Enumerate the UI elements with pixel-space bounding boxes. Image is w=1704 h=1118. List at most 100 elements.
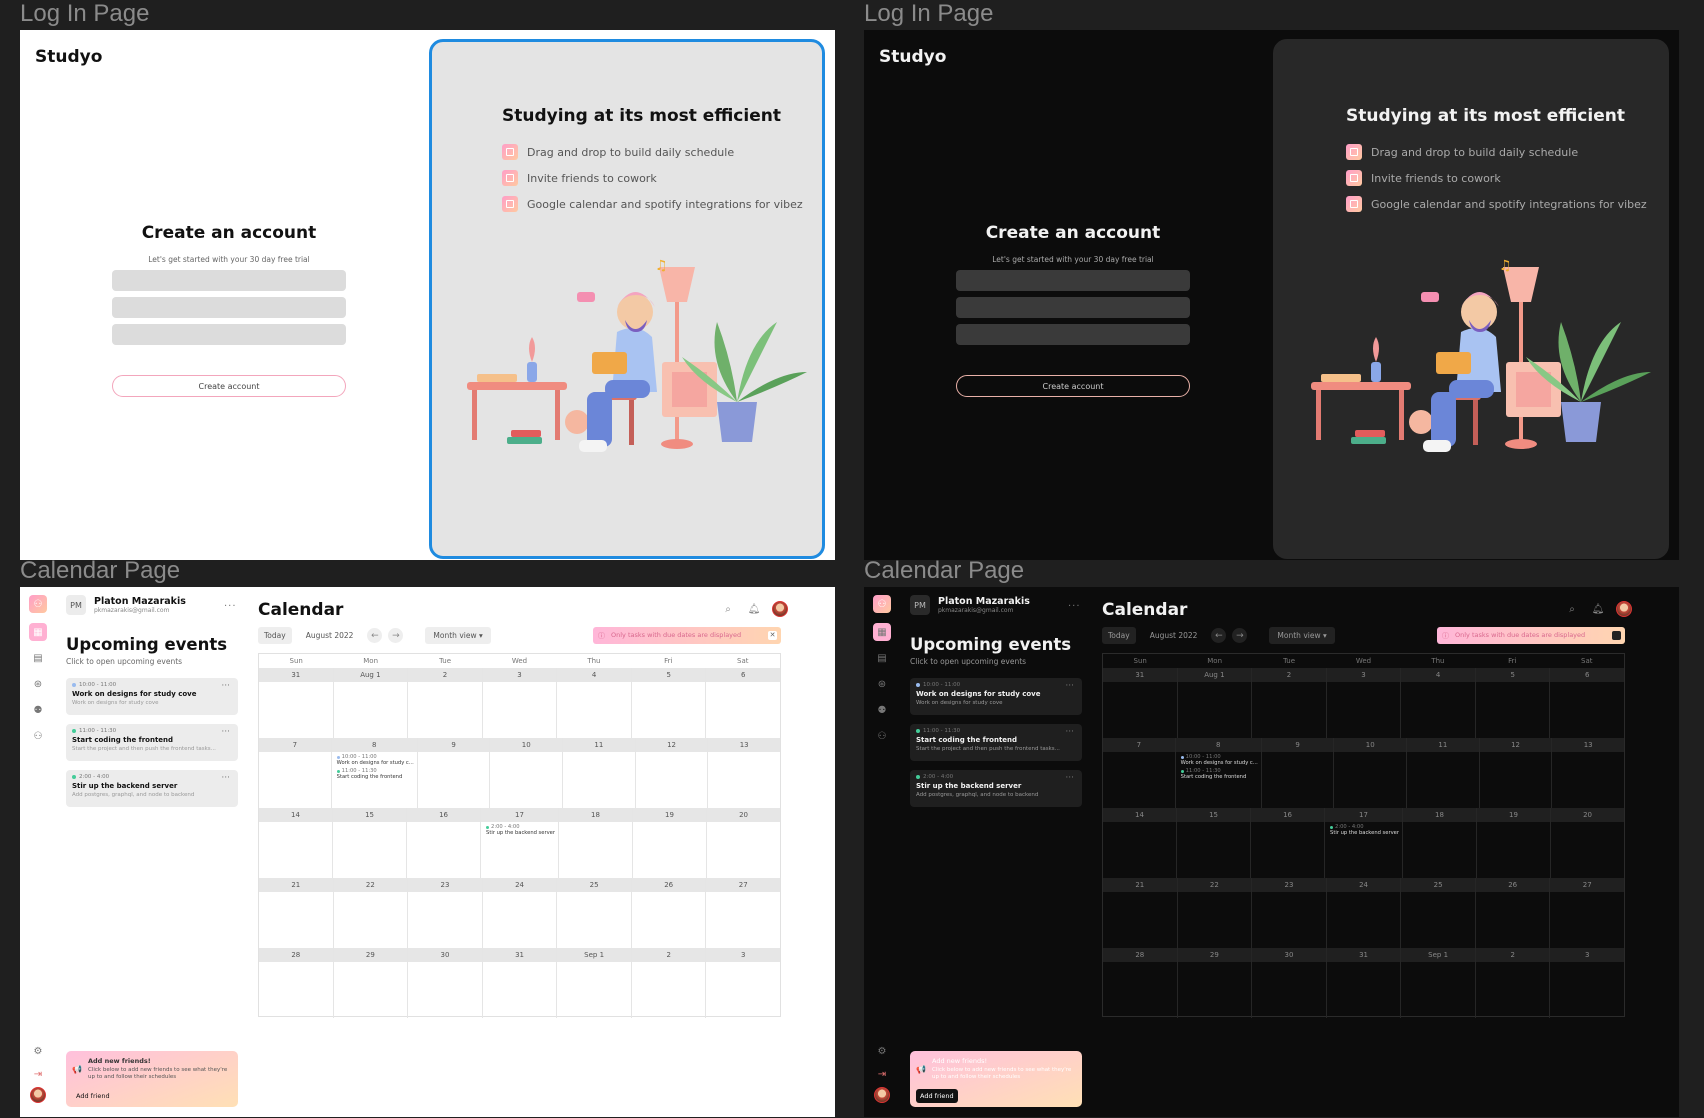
search-icon[interactable]: ⌕ bbox=[1564, 601, 1580, 617]
name-field[interactable] bbox=[112, 270, 346, 291]
calendar-event[interactable]: 2:00 - 4:00 Stir up the backend server bbox=[1325, 822, 1402, 836]
day-cell[interactable]: 3 bbox=[706, 948, 781, 1018]
day-cell[interactable]: Aug 1 bbox=[1177, 668, 1253, 738]
day-cell[interactable]: 10 bbox=[1334, 738, 1408, 808]
day-cell[interactable]: 23 bbox=[408, 878, 483, 948]
day-cell[interactable]: 20 bbox=[1551, 808, 1625, 878]
event-card[interactable]: 10:00 - 11:00 Work on designs for study … bbox=[66, 678, 238, 715]
chevron-left-icon[interactable]: ← bbox=[367, 628, 383, 643]
add-user-icon[interactable]: ⚇ bbox=[873, 727, 891, 745]
globe-icon[interactable]: ⊛ bbox=[29, 675, 47, 693]
more-icon[interactable]: ··· bbox=[221, 681, 230, 691]
day-cell[interactable]: 31 bbox=[259, 668, 334, 738]
day-cell[interactable]: 24 bbox=[1326, 878, 1402, 948]
document-icon[interactable]: ▤ bbox=[29, 649, 47, 667]
day-cell[interactable]: 26 bbox=[1475, 878, 1551, 948]
day-cell[interactable]: 4 bbox=[1401, 668, 1476, 738]
day-cell[interactable]: 8 10:00 - 11:00 Work on designs for study … bbox=[1175, 738, 1262, 808]
day-cell[interactable]: 18 bbox=[558, 808, 633, 878]
day-cell[interactable]: 13 bbox=[708, 738, 781, 808]
create-account-button[interactable]: Create account bbox=[956, 375, 1190, 397]
today-button[interactable]: Today bbox=[1102, 627, 1136, 644]
day-cell[interactable]: 5 bbox=[631, 668, 707, 738]
day-cell[interactable]: 3 bbox=[1326, 668, 1402, 738]
day-cell[interactable]: 26 bbox=[631, 878, 707, 948]
event-card[interactable]: 11:00 - 11:30 Start coding the frontend … bbox=[66, 724, 238, 761]
day-cell[interactable]: 28 bbox=[1103, 948, 1178, 1018]
today-button[interactable]: Today bbox=[258, 627, 292, 644]
more-icon[interactable]: ··· bbox=[1065, 773, 1074, 783]
name-field[interactable] bbox=[956, 270, 1190, 291]
view-select[interactable]: Month view ▾ bbox=[425, 627, 491, 644]
document-icon[interactable]: ▤ bbox=[873, 649, 891, 667]
day-cell[interactable]: 4 bbox=[557, 668, 632, 738]
event-card[interactable]: 2:00 - 4:00 Stir up the backend server A… bbox=[910, 770, 1082, 807]
more-icon[interactable]: ··· bbox=[221, 727, 230, 737]
calendar-event[interactable]: 10:00 - 11:00 Work on designs for study c… bbox=[332, 752, 417, 766]
add-friend-button[interactable]: Add friend bbox=[72, 1089, 114, 1103]
avatar-icon[interactable] bbox=[874, 1087, 890, 1103]
day-cell[interactable]: 13 bbox=[1552, 738, 1625, 808]
day-cell[interactable]: 20 bbox=[707, 808, 781, 878]
day-cell[interactable]: 19 bbox=[1477, 808, 1552, 878]
day-cell[interactable]: 2 bbox=[408, 668, 483, 738]
gear-icon[interactable]: ⚙ bbox=[29, 1042, 47, 1060]
day-cell[interactable]: 5 bbox=[1475, 668, 1551, 738]
day-cell[interactable]: 28 bbox=[259, 948, 334, 1018]
day-cell[interactable]: 16 bbox=[407, 808, 482, 878]
event-card[interactable]: 2:00 - 4:00 Stir up the backend server A… bbox=[66, 770, 238, 807]
day-cell[interactable]: Sep 1 bbox=[557, 948, 632, 1018]
chevron-right-icon[interactable]: → bbox=[388, 628, 404, 643]
close-icon[interactable]: ✕ bbox=[768, 631, 777, 640]
create-account-button[interactable]: Create account bbox=[112, 375, 346, 397]
app-logo-icon[interactable]: ⚇ bbox=[873, 595, 891, 613]
email-field[interactable] bbox=[112, 297, 346, 318]
globe-icon[interactable]: ⊛ bbox=[873, 675, 891, 693]
calendar-icon[interactable]: ▦ bbox=[873, 623, 891, 641]
day-cell[interactable]: 3 bbox=[482, 668, 558, 738]
day-cell[interactable]: 22 bbox=[1177, 878, 1253, 948]
day-cell[interactable]: 17 2:00 - 4:00 Stir up the backend server bbox=[481, 808, 559, 878]
calendar-icon[interactable]: ▦ bbox=[29, 623, 47, 641]
more-icon[interactable]: ··· bbox=[1068, 601, 1081, 612]
day-cell[interactable]: 7 bbox=[259, 738, 332, 808]
day-cell[interactable]: 21 bbox=[1103, 878, 1178, 948]
day-cell[interactable]: 15 bbox=[1177, 808, 1252, 878]
calendar-event[interactable]: 11:00 - 11:30 Start coding the frontend bbox=[332, 766, 417, 780]
app-logo-icon[interactable]: ⚇ bbox=[29, 595, 47, 613]
day-cell[interactable]: 3 bbox=[1550, 948, 1625, 1018]
day-cell[interactable]: 25 bbox=[1401, 878, 1476, 948]
password-field[interactable] bbox=[956, 324, 1190, 345]
search-icon[interactable]: ⌕ bbox=[720, 601, 736, 617]
day-cell[interactable]: 22 bbox=[333, 878, 409, 948]
bell-icon[interactable]: 🔔︎ bbox=[746, 601, 762, 617]
day-cell[interactable]: 27 bbox=[1550, 878, 1625, 948]
day-cell[interactable]: 6 bbox=[706, 668, 781, 738]
day-cell[interactable]: 2 bbox=[1475, 948, 1551, 1018]
day-cell[interactable]: 9 bbox=[1261, 738, 1335, 808]
day-cell[interactable]: 30 bbox=[1252, 948, 1327, 1018]
calendar-event[interactable]: 11:00 - 11:30 Start coding the frontend bbox=[1176, 766, 1261, 780]
day-cell[interactable]: 11 bbox=[563, 738, 636, 808]
more-icon[interactable]: ··· bbox=[224, 601, 237, 612]
day-cell[interactable]: 31 bbox=[1103, 668, 1178, 738]
chevron-right-icon[interactable]: → bbox=[1232, 628, 1248, 643]
day-cell[interactable]: 14 bbox=[1103, 808, 1178, 878]
day-cell[interactable]: 19 bbox=[633, 808, 708, 878]
day-cell[interactable]: 2 bbox=[631, 948, 707, 1018]
brand-logo[interactable]: Studyo bbox=[879, 47, 946, 67]
day-cell[interactable]: 10 bbox=[490, 738, 564, 808]
avatar-icon[interactable] bbox=[30, 1087, 46, 1103]
day-cell[interactable]: 21 bbox=[259, 878, 334, 948]
day-cell[interactable]: Sep 1 bbox=[1401, 948, 1476, 1018]
day-cell[interactable]: 23 bbox=[1252, 878, 1327, 948]
day-cell[interactable]: 7 bbox=[1103, 738, 1176, 808]
avatar[interactable] bbox=[772, 601, 788, 617]
day-cell[interactable]: 9 bbox=[417, 738, 491, 808]
day-cell[interactable]: 31 bbox=[482, 948, 558, 1018]
users-icon[interactable]: ⚉ bbox=[873, 701, 891, 719]
day-cell[interactable]: 16 bbox=[1251, 808, 1326, 878]
chevron-left-icon[interactable]: ← bbox=[1211, 628, 1227, 643]
event-card[interactable]: 10:00 - 11:00 Work on designs for study … bbox=[910, 678, 1082, 715]
password-field[interactable] bbox=[112, 324, 346, 345]
